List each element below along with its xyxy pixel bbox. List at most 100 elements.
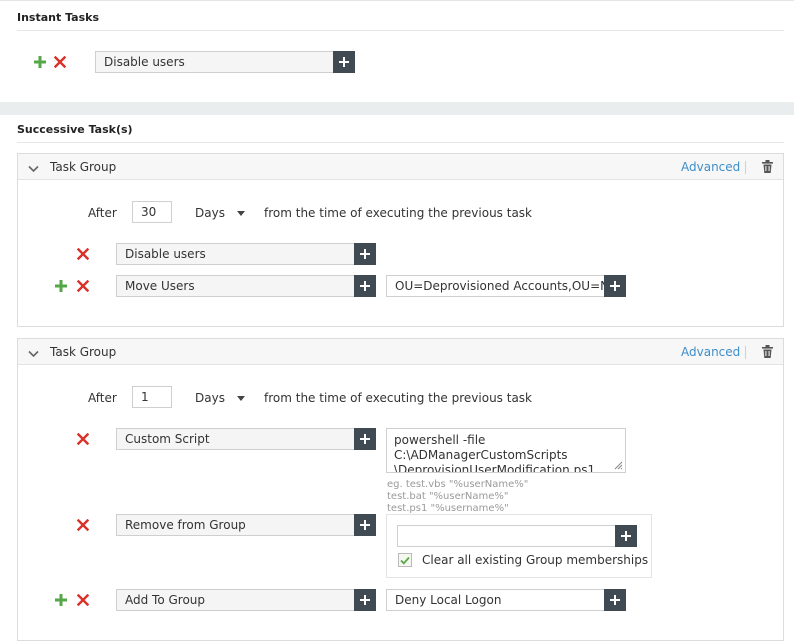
plus-icon xyxy=(360,281,370,291)
trash-icon xyxy=(762,345,773,358)
plus-icon xyxy=(610,281,620,291)
script-line: \DeprovisionUserModification.ps1 xyxy=(394,463,596,473)
script-line: powershell -file xyxy=(394,433,486,447)
ou-browse-button[interactable] xyxy=(604,275,626,297)
group-browse-button[interactable] xyxy=(615,525,637,547)
task-select[interactable]: Move Users xyxy=(116,275,376,297)
caret-down-icon xyxy=(236,211,245,216)
section-separator xyxy=(0,102,794,115)
add-task-button[interactable] xyxy=(55,594,67,609)
close-icon xyxy=(76,247,90,261)
instant-tasks-divider xyxy=(17,30,784,31)
script-textarea[interactable]: powershell -file C:\ADManagerCustomScrip… xyxy=(386,428,626,473)
instant-task-add-button[interactable] xyxy=(333,51,355,73)
remove-task-button[interactable] xyxy=(76,247,90,263)
ou-select[interactable]: OU=Deprovisioned Accounts,OU=N xyxy=(386,275,626,297)
group-options-box: Clear all existing Group memberships xyxy=(386,514,652,578)
plus-icon xyxy=(360,249,370,259)
add-task-button[interactable] xyxy=(34,56,46,71)
plus-icon xyxy=(55,280,67,292)
remove-task-button[interactable] xyxy=(76,432,90,448)
task-group-title: Task Group xyxy=(50,160,117,174)
remove-task-button[interactable] xyxy=(53,55,67,71)
clear-memberships-label: Clear all existing Group memberships xyxy=(422,553,649,567)
successive-tasks-title: Successive Task(s) xyxy=(17,123,133,136)
add-group-select-value[interactable]: Deny Local Logon xyxy=(386,589,604,611)
chevron-down-icon xyxy=(28,350,39,358)
task-select-value[interactable]: Custom Script xyxy=(116,428,354,450)
instant-task-select[interactable]: Disable users xyxy=(95,51,355,73)
task-select-value[interactable]: Add To Group xyxy=(116,589,354,611)
plus-icon xyxy=(360,520,370,530)
group-select[interactable] xyxy=(397,525,637,547)
successive-tasks-divider xyxy=(17,142,784,143)
remove-task-button[interactable] xyxy=(76,279,90,295)
script-hint: eg. test.vbs "%userName%" xyxy=(387,479,529,490)
chevron-down-icon xyxy=(28,165,39,173)
plus-icon xyxy=(360,434,370,444)
task-group-2-header: Task Group Advanced xyxy=(18,339,783,365)
ou-select-value[interactable]: OU=Deprovisioned Accounts,OU=N xyxy=(386,275,604,297)
unit-select[interactable]: Days xyxy=(195,391,245,405)
advanced-link[interactable]: Advanced xyxy=(681,345,740,359)
resize-grip-icon[interactable] xyxy=(613,460,623,470)
task-select[interactable]: Custom Script xyxy=(116,428,376,450)
add-task-button[interactable] xyxy=(55,280,67,295)
script-line: C:\ADManagerCustomScripts xyxy=(394,448,568,462)
task-group-2: Task Group Advanced After 1 Days from th… xyxy=(17,338,784,641)
plus-icon xyxy=(360,595,370,605)
close-icon xyxy=(76,432,90,446)
after-label: After xyxy=(88,206,117,220)
add-group-browse-button[interactable] xyxy=(604,589,626,611)
delete-group-button[interactable] xyxy=(762,160,773,176)
remove-task-button[interactable] xyxy=(76,593,90,609)
task-select-value[interactable]: Disable users xyxy=(116,243,354,265)
close-icon xyxy=(76,279,90,293)
add-group-select[interactable]: Deny Local Logon xyxy=(386,589,626,611)
task-select[interactable]: Disable users xyxy=(116,243,376,265)
header-separator xyxy=(745,161,746,174)
task-group-1: Task Group Advanced After 30 Days from t… xyxy=(17,153,784,327)
trash-icon xyxy=(762,160,773,173)
script-hint: test.ps1 "%username%" xyxy=(387,503,509,514)
task-select-value[interactable]: Remove from Group xyxy=(116,514,354,536)
plus-icon xyxy=(55,594,67,606)
clear-memberships-checkbox[interactable] xyxy=(398,553,412,567)
task-add-button[interactable] xyxy=(354,589,376,611)
caret-down-icon xyxy=(236,396,245,401)
header-separator xyxy=(745,346,746,359)
group-select-value[interactable] xyxy=(397,525,615,547)
advanced-link[interactable]: Advanced xyxy=(681,160,740,174)
task-select[interactable]: Add To Group xyxy=(116,589,376,611)
unit-select[interactable]: Days xyxy=(195,206,245,220)
task-add-button[interactable] xyxy=(354,243,376,265)
plus-icon xyxy=(339,57,349,67)
plus-icon xyxy=(34,56,46,68)
collapse-toggle[interactable] xyxy=(28,347,39,361)
collapse-toggle[interactable] xyxy=(28,162,39,176)
after-suffix-text: from the time of executing the previous … xyxy=(264,206,533,220)
task-select-value[interactable]: Move Users xyxy=(116,275,354,297)
plus-icon xyxy=(621,531,631,541)
unit-select-value: Days xyxy=(195,391,225,405)
after-days-input[interactable]: 1 xyxy=(132,386,172,408)
task-add-button[interactable] xyxy=(354,514,376,536)
instant-task-value[interactable]: Disable users xyxy=(95,51,333,73)
plus-icon xyxy=(610,595,620,605)
close-icon xyxy=(76,518,90,532)
close-icon xyxy=(76,593,90,607)
task-select[interactable]: Remove from Group xyxy=(116,514,376,536)
task-group-title: Task Group xyxy=(50,345,117,359)
task-group-1-header: Task Group Advanced xyxy=(18,154,783,180)
check-icon xyxy=(400,556,410,565)
top-border xyxy=(0,0,794,1)
task-add-button[interactable] xyxy=(354,428,376,450)
task-add-button[interactable] xyxy=(354,275,376,297)
script-hint: test.bat "%userName%" xyxy=(387,491,509,502)
close-icon xyxy=(53,55,67,69)
remove-task-button[interactable] xyxy=(76,518,90,534)
unit-select-value: Days xyxy=(195,206,225,220)
after-days-input[interactable]: 30 xyxy=(132,201,172,223)
delete-group-button[interactable] xyxy=(762,345,773,361)
after-label: After xyxy=(88,391,117,405)
